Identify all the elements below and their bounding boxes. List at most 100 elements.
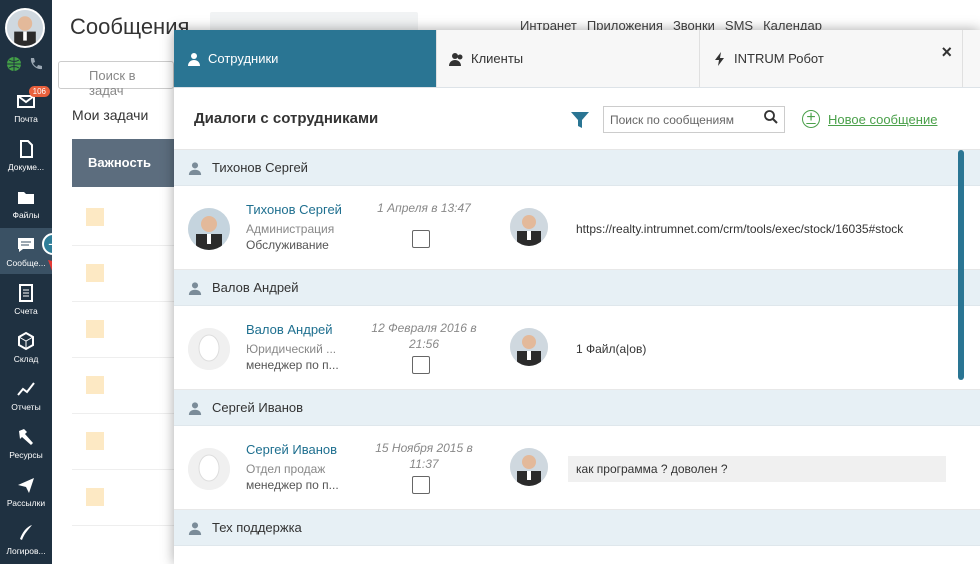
users-icon xyxy=(449,52,463,66)
tab-label: Клиенты xyxy=(471,51,524,66)
contact-role: менеджер по п... xyxy=(246,478,339,492)
dialog-group[interactable]: Валов Андрей xyxy=(174,270,980,306)
tab-clients[interactable]: Клиенты xyxy=(437,30,700,87)
close-button[interactable]: × xyxy=(941,42,952,63)
pen-icon xyxy=(20,524,32,540)
dialog-group[interactable]: Сергей Иванов xyxy=(174,390,980,426)
user-icon xyxy=(188,281,202,295)
sender-avatar xyxy=(510,448,548,486)
modal-tabs: Сотрудники Клиенты INTRUM Робот xyxy=(174,30,980,88)
priority-marker xyxy=(86,208,104,226)
table-row[interactable] xyxy=(72,470,182,526)
tab-intrum-robot[interactable]: INTRUM Робот xyxy=(700,30,963,87)
table-row[interactable] xyxy=(72,302,182,358)
sidebar-item-label: Рассылки xyxy=(6,497,46,508)
table-row[interactable] xyxy=(72,246,182,302)
dialog-row[interactable]: Валов Андрей Юридический ... менеджер по… xyxy=(174,306,980,390)
priority-marker xyxy=(86,488,104,506)
priority-marker xyxy=(86,376,104,394)
message-date: 12 Февраля 2016 в 21:56 xyxy=(371,321,477,351)
dialogs-title: Диалоги с сотрудниками xyxy=(194,110,379,127)
contact-name[interactable]: Тихонов Сергей xyxy=(246,202,342,217)
last-message: как программа ? доволен ? xyxy=(568,456,946,482)
sidebar-item-warehouse[interactable]: Склад xyxy=(0,324,52,370)
contact-avatar-placeholder xyxy=(188,328,230,370)
table-row[interactable] xyxy=(72,414,182,470)
sidebar-item-documents[interactable]: Докуме... xyxy=(0,132,52,178)
dialogs-header: Диалоги с сотрудниками Поиск по сообщени… xyxy=(174,88,980,150)
filter-icon[interactable] xyxy=(570,110,590,130)
plus-icon: + xyxy=(802,110,820,128)
contact-department: Юридический ... xyxy=(246,342,337,356)
phone-icon[interactable] xyxy=(28,56,44,72)
tab-label: Сотрудники xyxy=(208,51,279,66)
sidebar-item-label: Почта xyxy=(14,113,38,124)
user-icon xyxy=(188,52,200,66)
message-search-input[interactable]: Поиск по сообщениям xyxy=(603,106,785,133)
group-name: Тех поддержка xyxy=(212,520,302,535)
sidebar-item-mailing[interactable]: Рассылки xyxy=(0,468,52,514)
sidebar-item-logging[interactable]: Логиров... xyxy=(0,516,52,562)
contact-role: Обслуживание xyxy=(246,238,329,252)
select-checkbox[interactable] xyxy=(412,476,430,494)
sidebar-item-label: Файлы xyxy=(12,209,40,220)
dialog-row[interactable]: Тихонов Сергей Администрация Обслуживани… xyxy=(174,186,980,270)
sender-avatar xyxy=(510,208,548,246)
tasks-label[interactable]: Мои задачи xyxy=(72,107,148,123)
contact-department: Администрация xyxy=(246,222,335,236)
mail-badge: 106 xyxy=(28,86,50,97)
folder-icon xyxy=(18,191,34,204)
warehouse-icon xyxy=(18,331,34,350)
message-date: 15 Ноября 2015 в 11:37 xyxy=(375,441,473,471)
table-head-priority[interactable]: Важность xyxy=(72,139,182,187)
user-avatar[interactable] xyxy=(5,8,45,48)
sidebar-item-label: Логиров... xyxy=(6,545,46,556)
priority-marker xyxy=(86,264,104,282)
page-title: Сообщения xyxy=(70,14,190,39)
sidebar-item-resources[interactable]: Ресурсы xyxy=(0,420,52,466)
sidebar-item-label: Сообще... xyxy=(6,257,46,268)
dialog-group[interactable]: Тихонов Сергей xyxy=(174,150,980,186)
sidebar-item-mail[interactable]: 106 Почта xyxy=(0,84,52,130)
user-icon xyxy=(188,161,202,175)
globe-icon[interactable] xyxy=(6,56,22,72)
sidebar-item-reports[interactable]: Отчеты xyxy=(0,372,52,418)
contact-name[interactable]: Сергей Иванов xyxy=(246,442,337,457)
user-icon xyxy=(188,521,202,535)
table-row[interactable] xyxy=(72,190,182,246)
chart-icon xyxy=(17,381,35,396)
priority-marker xyxy=(86,432,104,450)
invoice-icon xyxy=(19,283,33,302)
sidebar-item-label: Склад xyxy=(13,353,39,364)
search-icon[interactable] xyxy=(764,110,778,124)
message-date: 1 Апреля в 13:47 xyxy=(377,201,471,215)
document-icon xyxy=(20,139,33,158)
scrollbar[interactable] xyxy=(958,150,964,380)
new-message-link[interactable]: + Новое сообщение xyxy=(802,110,937,128)
group-name: Тихонов Сергей xyxy=(212,160,308,175)
tab-employees[interactable]: Сотрудники xyxy=(174,30,437,87)
dialog-group[interactable]: Тех поддержка xyxy=(174,510,980,546)
select-checkbox[interactable] xyxy=(412,230,430,248)
contact-name[interactable]: Валов Андрей xyxy=(246,322,333,337)
messages-modal: Сотрудники Клиенты INTRUM Робот × Диалог… xyxy=(174,30,980,564)
status-icons xyxy=(6,56,44,72)
contact-department: Отдел продаж xyxy=(246,462,326,476)
contact-avatar-placeholder xyxy=(188,448,230,490)
group-name: Сергей Иванов xyxy=(212,400,304,415)
sidebar-item-files[interactable]: Файлы xyxy=(0,180,52,226)
lightning-icon xyxy=(715,51,724,66)
contact-role: менеджер по п... xyxy=(246,358,339,372)
task-search-input[interactable]: Поиск в задач xyxy=(58,61,174,98)
sidebar-item-label: Счета xyxy=(14,305,38,316)
last-message: 1 Файл(а|ов) xyxy=(576,342,647,356)
dialog-row[interactable]: Сергей Иванов Отдел продаж менеджер по п… xyxy=(174,426,980,510)
group-name: Валов Андрей xyxy=(212,280,299,295)
sender-avatar xyxy=(510,328,548,366)
select-checkbox[interactable] xyxy=(412,356,430,374)
contact-avatar xyxy=(188,208,230,250)
table-row[interactable] xyxy=(72,358,182,414)
chat-icon xyxy=(18,237,34,252)
priority-marker xyxy=(86,320,104,338)
sidebar-item-label: Ресурсы xyxy=(9,449,43,460)
